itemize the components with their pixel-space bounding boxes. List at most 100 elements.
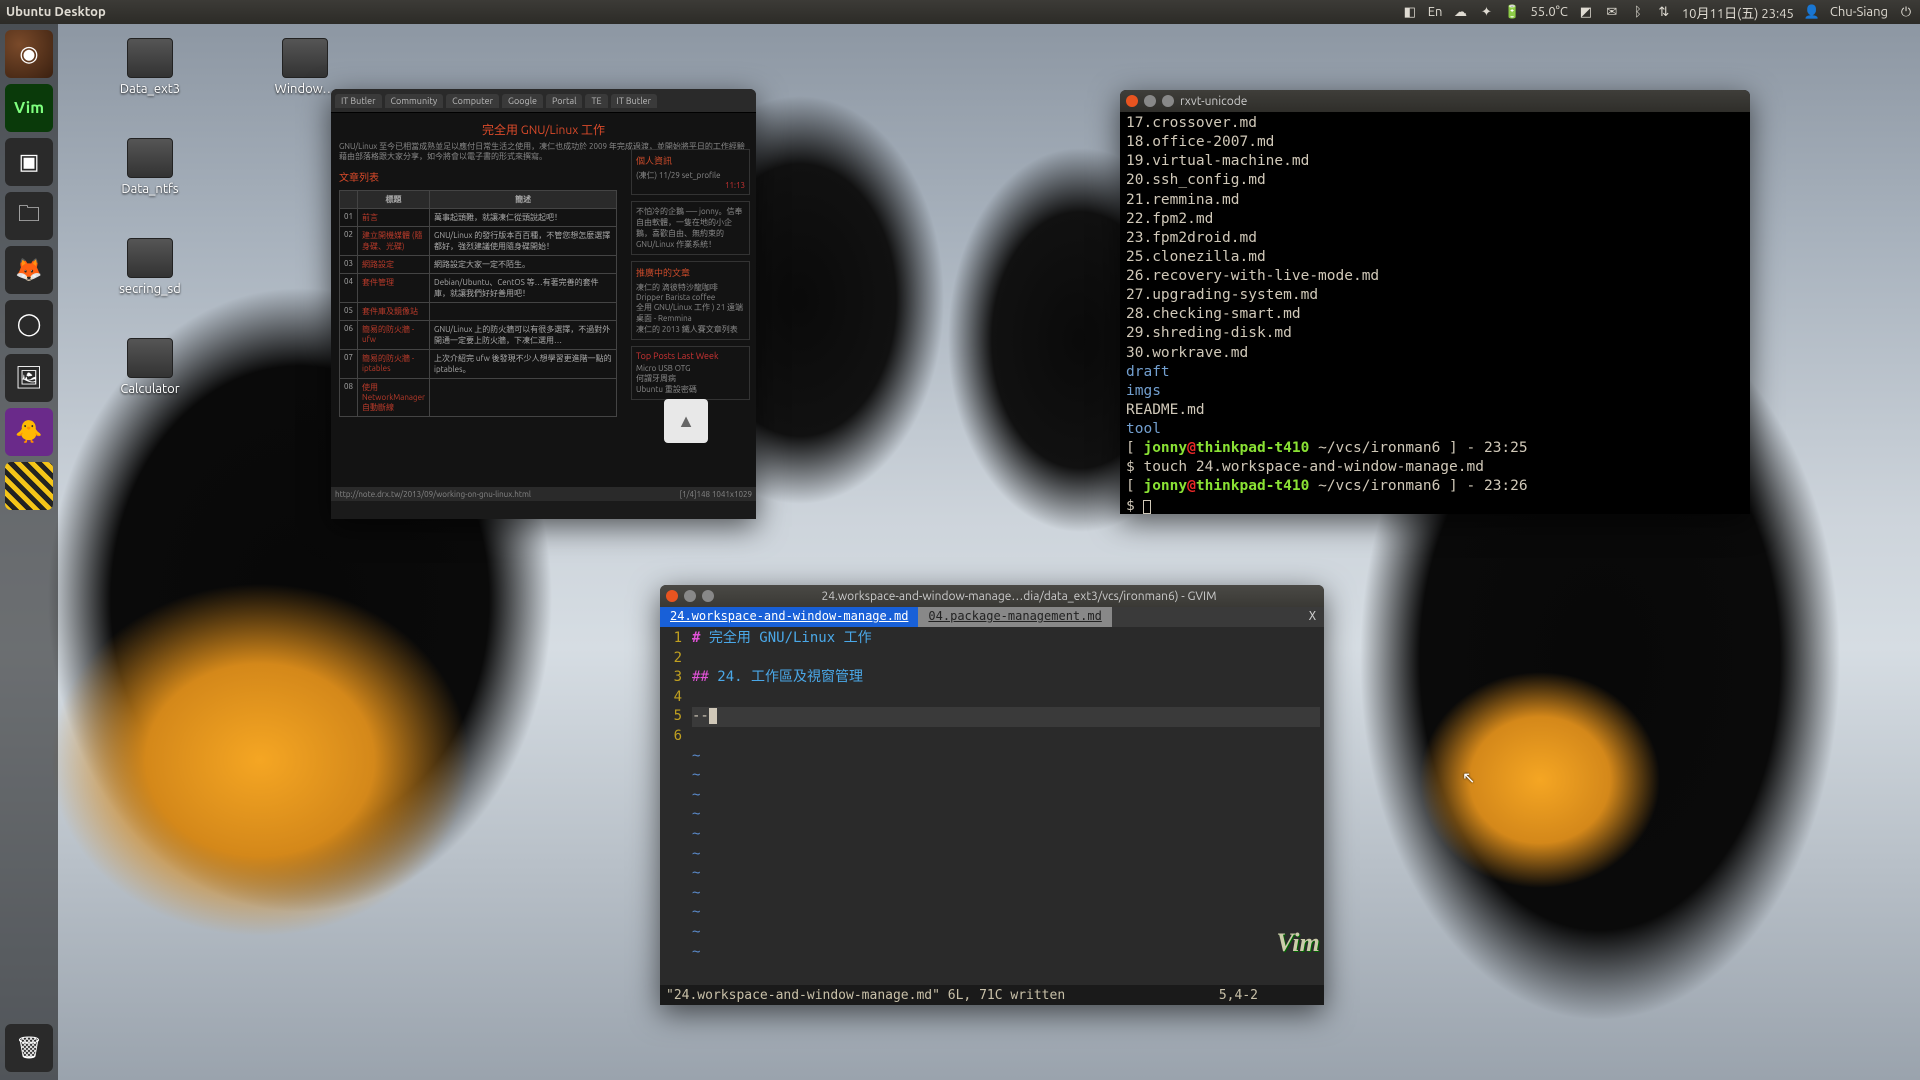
vim-logo-icon: Vim [1278,923,1318,963]
dash-button[interactable]: ◉ [5,30,53,78]
table-row[interactable]: 06簡易的防火牆 - ufwGNU/Linux 上的防火牆可以有很多選擇，不過對… [340,320,617,349]
window-titlebar[interactable]: rxvt-unicode [1120,90,1750,112]
list-item[interactable]: 全用 GNU/Linux 工作 ) 21 遠端桌面 - Remmina [636,302,745,324]
browser-tab[interactable]: Google [502,94,543,108]
launcher-terminal[interactable]: ▣ [5,138,53,186]
user-name[interactable]: Chu-Siang [1830,5,1888,19]
tab-active[interactable]: 24.workspace-and-window-manage.md [660,607,918,627]
file-line: 18.office-2007.md [1126,133,1744,152]
launcher-image-viewer[interactable]: 🖼 [5,354,53,402]
list-item[interactable]: 何謂牙周病 [636,373,745,384]
weather-icon[interactable]: ☁ [1452,4,1468,20]
editor-area[interactable]: 123456 # 完全用 GNU/Linux 工作 ## 24. 工作區及視窗管… [660,627,1324,985]
keyboard-layout-indicator[interactable]: En [1428,5,1443,19]
drive-icon [127,38,173,78]
table-row[interactable]: 04套件管理Debian/Ubuntu、CentOS 等…有著完善的套件庫，就讓… [340,273,617,302]
sidebar-about: 不怕冷的企鵝 ── jonny。信奉自由軟體，一隻在地的小企鵝，喜歡自由、無約束… [631,201,750,255]
workrave-icon[interactable]: ◧ [1402,4,1418,20]
browser-viewport[interactable]: 完全用 GNU/Linux 工作 GNU/Linux 至今已相當成熟並足以應付日… [331,113,756,487]
editor-content[interactable]: # 完全用 GNU/Linux 工作 ## 24. 工作區及視窗管理 -- ~~… [688,627,1324,985]
md-h1-text: 完全用 GNU/Linux 工作 [709,630,872,646]
list-item[interactable]: Ubuntu 重設密碼 [636,384,745,395]
maximize-icon[interactable] [1162,95,1174,107]
sidebar-heading: 個人資訊 [636,154,745,167]
prompt-line: [ jonny@thinkpad-t410 ~/vcs/ironman6 ] -… [1126,439,1744,458]
sidebar: 個人資訊 (凍仁) 11/29 set_profile 11:13 不怕冷的企鵝… [631,149,750,406]
launcher-pidgin[interactable]: 🐥 [5,408,53,456]
desktop-icon-calculator[interactable]: Calculator [105,338,195,396]
terminal-window[interactable]: rxvt-unicode 17.crossover.md 18.office-2… [1120,90,1750,514]
file-line: 21.remmina.md [1126,191,1744,210]
window-titlebar[interactable]: 24.workspace-and-window-manage…dia/data_… [660,585,1324,607]
table-row[interactable]: 08使用 NetworkManager 自動斷線 [340,378,617,416]
browser-tab[interactable]: IT Butler [335,94,382,108]
browser-tab[interactable]: TE [585,94,607,108]
prompt-line: [ jonny@thinkpad-t410 ~/vcs/ironman6 ] -… [1126,477,1744,496]
system-tray: ◧ En ☁ ✦ 🔋 55.0°C ◩ ✉ ᛒ ⇅ 10月11日(五) 23:4… [1402,3,1914,22]
browser-tab[interactable]: Portal [546,94,582,108]
back-to-top-button[interactable]: ▲ [664,399,708,443]
table-row[interactable]: 02建立開機媒體 (隨身碟、光碟)GNU/Linux 的發行版本百百種，不管您想… [340,226,617,255]
file-line: 29.shreding-disk.md [1126,324,1744,343]
battery-icon[interactable]: 🔋 [1504,4,1520,20]
close-icon[interactable] [1126,95,1138,107]
desktop-icon-data-ntfs[interactable]: Data_ntfs [105,138,195,196]
browser-tab[interactable]: Community [385,94,444,108]
table-row[interactable]: 01前言萬事起頭難，就讓凍仁從頭說起吧！ [340,208,617,226]
terminal-cursor [1143,500,1151,514]
table-row[interactable]: 03網路設定網路設定大家一定不陌生。 [340,255,617,273]
table-row[interactable]: 07簡易的防火牆 - iptables上次介紹完 ufw 後發現不少人想學習更進… [340,349,617,378]
browser-tab[interactable]: IT Butler [611,94,658,108]
tab-close-icon[interactable]: X [1301,607,1324,627]
sidebar-time: 11:13 [636,181,745,190]
network-icon[interactable]: ⇅ [1656,4,1672,20]
file-line: 26.recovery-with-live-mode.md [1126,267,1744,286]
minimize-icon[interactable] [1144,95,1156,107]
launcher-firefox[interactable]: 🦊 [5,246,53,294]
maximize-icon[interactable] [702,590,714,602]
top-panel: Ubuntu Desktop ◧ En ☁ ✦ 🔋 55.0°C ◩ ✉ ᛒ ⇅… [0,0,1920,24]
browser-statusbar: http://note.drx.tw/2013/09/working-on-gn… [331,487,756,501]
list-item[interactable]: Micro USB OTG [636,364,745,373]
bluetooth-icon[interactable]: ᛒ [1630,4,1646,20]
desktop-icon-data-ext3[interactable]: Data_ext3 [105,38,195,96]
clock[interactable]: 10月11日(五) 23:45 [1682,3,1794,22]
launcher-vim[interactable]: Vim [5,84,53,132]
temperature-indicator[interactable]: 55.0°C [1530,5,1567,19]
dir-line: imgs [1126,382,1744,401]
list-item[interactable]: 凍仁的 滴彼特沙龍咖啡 Dripper Barista coffee [636,282,745,302]
tab-inactive[interactable]: 04.package-management.md [918,607,1111,627]
launcher-chrome[interactable]: ◯ [5,300,53,348]
list-item[interactable]: 凍仁的 2013 鐵人賽文章列表 [636,324,745,335]
mail-icon[interactable]: ✉ [1604,4,1620,20]
col-desc: 簡述 [430,190,617,208]
browser-tab[interactable]: Computer [446,94,499,108]
desktop-icon-secring[interactable]: secring_sd [105,238,195,296]
file-line: README.md [1126,401,1744,420]
sidebar-heading: Top Posts Last Week [636,351,745,361]
session-icon[interactable]: ⏻ [1898,4,1914,20]
app-icon [127,338,173,378]
desktop-icon-windows[interactable]: Window… [260,38,350,96]
desktop-icon-label: Window… [275,82,336,96]
drive-icon [127,238,173,278]
table-row[interactable]: 05套件庫及鏡像站 [340,302,617,320]
sidebar-heading: 推廣中的文章 [636,266,745,279]
desktop-icon-label: Data_ntfs [121,182,178,196]
close-icon[interactable] [666,590,678,602]
indicator-icon[interactable]: ◩ [1578,4,1594,20]
command-line: $ touch 24.workspace-and-window-manage.m… [1126,458,1744,477]
gvim-window[interactable]: 24.workspace-and-window-manage…dia/data_… [660,585,1324,1005]
dropbox-icon[interactable]: ✦ [1478,4,1494,20]
launcher-files[interactable]: 🗀 [5,192,53,240]
launcher-trash[interactable]: 🗑 [5,1024,53,1072]
browser-window[interactable]: IT Butler Community Computer Google Port… [331,89,756,519]
terminal-output[interactable]: 17.crossover.md 18.office-2007.md 19.vir… [1120,112,1750,514]
file-line: 28.checking-smart.md [1126,305,1744,324]
file-line: 27.upgrading-system.md [1126,286,1744,305]
drive-icon [282,38,328,78]
launcher-workspace[interactable] [5,462,53,510]
user-menu-icon[interactable]: 👤 [1804,4,1820,20]
minimize-icon[interactable] [684,590,696,602]
sidebar-text: (凍仁) 11/29 set_profile [636,170,745,181]
